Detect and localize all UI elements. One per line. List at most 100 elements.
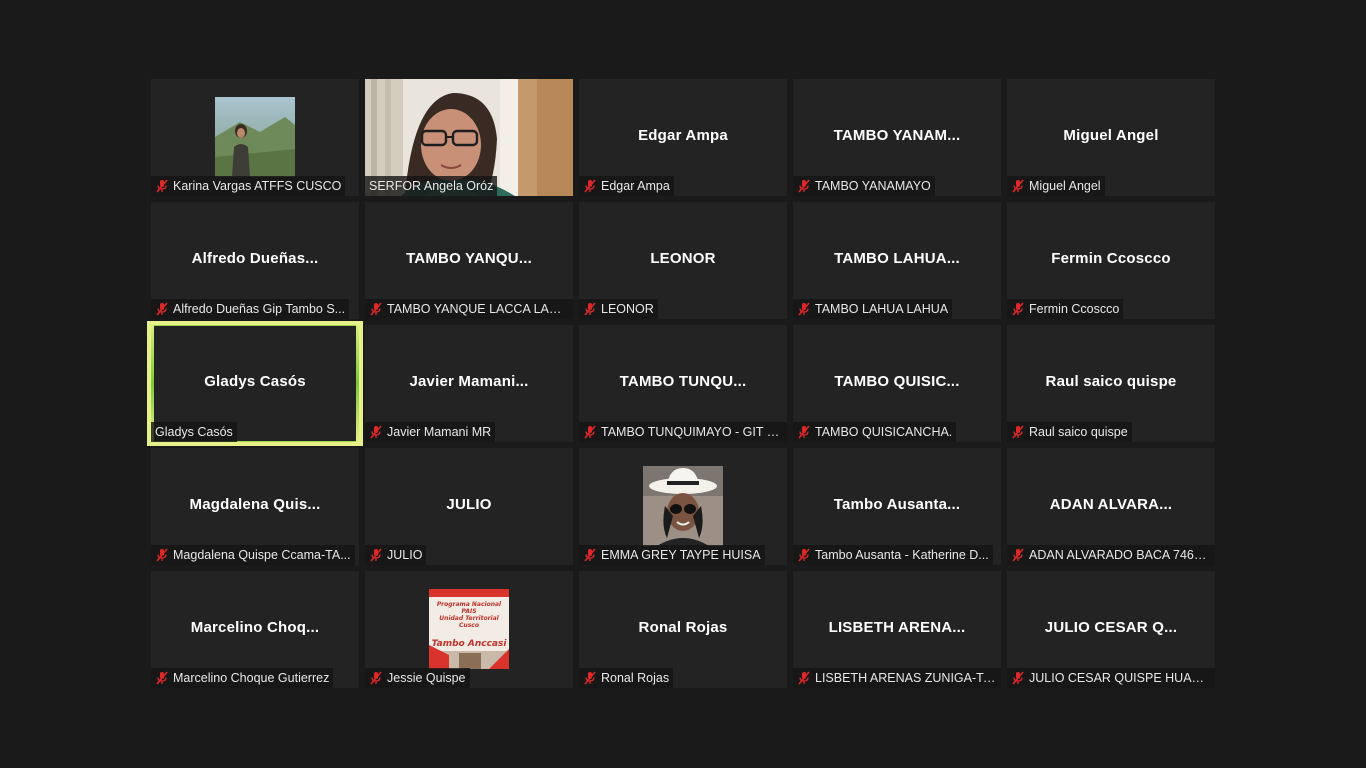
participant-display-name: Gladys Casós (204, 373, 306, 390)
participant-name-label: ADAN ALVARADO BACA 7461... (1007, 545, 1215, 565)
participant-name-label: Gladys Casós (151, 422, 237, 442)
participant-display-name: TAMBO YANQU... (406, 250, 532, 267)
participant-name-label: Miguel Angel (1007, 176, 1105, 196)
participant-tile[interactable]: Programa Nacional PAIS Unidad Territorial… (365, 571, 573, 688)
participant-name-label: Edgar Ampa (579, 176, 674, 196)
participant-name-label: JULIO (365, 545, 427, 565)
participant-display-name: LISBETH ARENA... (828, 619, 966, 636)
mic-muted-icon (797, 179, 811, 193)
mic-muted-icon (369, 302, 383, 316)
participant-tile[interactable]: Javier Mamani... Javier Mamani MR (365, 325, 573, 442)
mic-muted-icon (155, 179, 169, 193)
participant-tile[interactable]: Edgar Ampa Edgar Ampa (579, 79, 787, 196)
participant-tile[interactable]: Magdalena Quis... Magdalena Quispe Ccama… (151, 448, 359, 565)
participant-name: Miguel Angel (1029, 179, 1101, 193)
participant-tile[interactable]: Marcelino Choq... Marcelino Choque Gutie… (151, 571, 359, 688)
participant-tile[interactable]: Miguel Angel Miguel Angel (1007, 79, 1215, 196)
participant-tile[interactable]: Gladys Casós Gladys Casós (147, 321, 363, 446)
participant-name: TAMBO YANQUE LACCA LACCA (387, 302, 569, 316)
participant-name-label: LEONOR (579, 299, 658, 319)
participant-name: TAMBO QUISICANCHA. (815, 425, 953, 439)
participant-display-name: TAMBO LAHUA... (834, 250, 960, 267)
participant-name-label: Karina Vargas ATFFS CUSCO (151, 176, 346, 196)
participant-tile[interactable]: TAMBO LAHUA... TAMBO LAHUA LAHUA (793, 202, 1001, 319)
participant-name: JULIO CESAR QUISPE HUAMA... (1029, 671, 1211, 685)
participant-name-label: Magdalena Quispe Ccama-TA... (151, 545, 355, 565)
participant-tile[interactable]: LEONOR LEONOR (579, 202, 787, 319)
participant-name-label: Jessie Quispe (365, 668, 470, 688)
participant-tile[interactable]: TAMBO TUNQU... TAMBO TUNQUIMAYO - GIT J.… (579, 325, 787, 442)
participant-display-name: ADAN ALVARA... (1049, 496, 1173, 513)
mic-muted-icon (797, 548, 811, 562)
mic-muted-icon (155, 302, 169, 316)
participant-name: Marcelino Choque Gutierrez (173, 671, 330, 685)
participant-name: TAMBO YANAMAYO (815, 179, 931, 193)
participant-tile[interactable]: TAMBO YANAM... TAMBO YANAMAYO (793, 79, 1001, 196)
participant-name: Karina Vargas ATFFS CUSCO (173, 179, 342, 193)
participant-display-name: Miguel Angel (1063, 127, 1159, 144)
mic-muted-icon (1011, 548, 1025, 562)
participant-name: Jessie Quispe (387, 671, 466, 685)
participant-display-name: Ronal Rojas (638, 619, 728, 636)
participant-name: Magdalena Quispe Ccama-TA... (173, 548, 351, 562)
participant-name-label: Fermin Ccoscco (1007, 299, 1124, 319)
participant-name: Tambo Ausanta - Katherine D... (815, 548, 989, 562)
participant-name-label: Tambo Ausanta - Katherine D... (793, 545, 993, 565)
participant-name-label: SERFOR Angela Oróz (365, 176, 498, 196)
banner-line: Programa Nacional PAIS (436, 601, 502, 615)
participant-tile[interactable]: EMMA GREY TAYPE HUISA (579, 448, 787, 565)
mic-muted-icon (797, 425, 811, 439)
participant-name-label: EMMA GREY TAYPE HUISA (579, 545, 765, 565)
participant-name: Edgar Ampa (601, 179, 670, 193)
participant-tile[interactable]: SERFOR Angela Oróz (365, 79, 573, 196)
participant-tile[interactable]: ADAN ALVARA... ADAN ALVARADO BACA 7461..… (1007, 448, 1215, 565)
participant-tile[interactable]: Alfredo Dueñas... Alfredo Dueñas Gip Tam… (151, 202, 359, 319)
participant-name-label: TAMBO YANQUE LACCA LACCA (365, 299, 573, 319)
participant-tile[interactable]: JULIO JULIO (365, 448, 573, 565)
participant-tile[interactable]: LISBETH ARENA... LISBETH ARENAS ZUNIGA-T… (793, 571, 1001, 688)
mic-muted-icon (1011, 671, 1025, 685)
participant-tile[interactable]: Fermin Ccoscco Fermin Ccoscco (1007, 202, 1215, 319)
participant-name: Alfredo Dueñas Gip Tambo S... (173, 302, 346, 316)
participant-name-label: Marcelino Choque Gutierrez (151, 668, 334, 688)
participant-tile[interactable]: TAMBO QUISIC... TAMBO QUISICANCHA. (793, 325, 1001, 442)
participant-name: Raul saico quispe (1029, 425, 1128, 439)
mic-muted-icon (583, 425, 597, 439)
participant-display-name: Edgar Ampa (638, 127, 728, 144)
participant-name-label: LISBETH ARENAS ZUNIGA-TA... (793, 668, 1001, 688)
participant-tile[interactable]: Karina Vargas ATFFS CUSCO (151, 79, 359, 196)
participant-name-label: JULIO CESAR QUISPE HUAMA... (1007, 668, 1215, 688)
mic-muted-icon (369, 671, 383, 685)
mic-muted-icon (797, 302, 811, 316)
participant-display-name: Magdalena Quis... (189, 496, 321, 513)
mic-muted-icon (369, 425, 383, 439)
participant-name: TAMBO LAHUA LAHUA (815, 302, 949, 316)
participant-tile[interactable]: Ronal Rojas Ronal Rojas (579, 571, 787, 688)
participant-tile[interactable]: TAMBO YANQU... TAMBO YANQUE LACCA LACCA (365, 202, 573, 319)
participant-display-name: Fermin Ccoscco (1051, 250, 1171, 267)
participant-tile[interactable]: Tambo Ausanta... Tambo Ausanta - Katheri… (793, 448, 1001, 565)
participant-avatar (643, 466, 723, 546)
participant-display-name: TAMBO TUNQU... (619, 373, 747, 390)
banner-title: Tambo Anccasi (431, 639, 507, 649)
participant-name-label: TAMBO TUNQUIMAYO - GIT J... (579, 422, 787, 442)
mic-muted-icon (155, 548, 169, 562)
participant-tile[interactable]: Raul saico quispe Raul saico quispe (1007, 325, 1215, 442)
participant-name-label: TAMBO QUISICANCHA. (793, 422, 957, 442)
participant-display-name: JULIO CESAR Q... (1044, 619, 1178, 636)
mic-muted-icon (1011, 179, 1025, 193)
participant-display-name: Marcelino Choq... (190, 619, 320, 636)
participant-display-name: Javier Mamani... (409, 373, 529, 390)
participant-name: LEONOR (601, 302, 654, 316)
banner-line: Unidad Territorial Cusco (439, 615, 499, 629)
participant-name: SERFOR Angela Oróz (369, 179, 494, 193)
participant-display-name: TAMBO QUISIC... (834, 373, 960, 390)
participant-display-name: TAMBO YANAM... (833, 127, 961, 144)
participant-tile[interactable]: JULIO CESAR Q... JULIO CESAR QUISPE HUAM… (1007, 571, 1215, 688)
participant-name: JULIO (387, 548, 423, 562)
participant-display-name: Raul saico quispe (1045, 373, 1177, 390)
mic-muted-icon (1011, 302, 1025, 316)
video-gallery: Karina Vargas ATFFS CUSCO SERFOR Angela … (147, 79, 1215, 688)
participant-name-label: Alfredo Dueñas Gip Tambo S... (151, 299, 350, 319)
participant-name-label: TAMBO LAHUA LAHUA (793, 299, 953, 319)
